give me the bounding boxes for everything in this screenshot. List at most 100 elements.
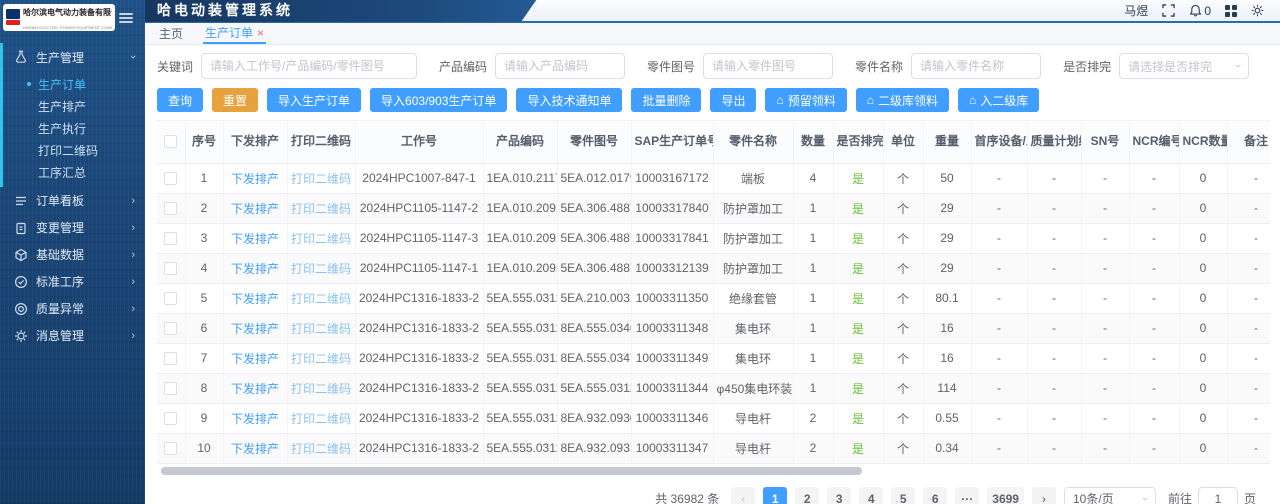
- print-qr-link[interactable]: 打印二维码: [287, 373, 356, 404]
- row-checkbox[interactable]: [164, 202, 178, 216]
- product-code-input[interactable]: [495, 53, 626, 79]
- table-row: 5 下发排产 打印二维码 2024HPC1316-1833-2 5EA.555.0312…: [157, 283, 1270, 314]
- import-production-order-button[interactable]: 导入生产订单: [267, 88, 362, 112]
- collapse-sidebar-icon[interactable]: [119, 12, 133, 23]
- print-qr-link[interactable]: 打印二维码: [287, 403, 356, 434]
- settings-gear-icon[interactable]: [1251, 4, 1264, 17]
- dispatch-link[interactable]: 下发排产: [223, 403, 288, 434]
- tab-home[interactable]: 主页: [157, 23, 185, 44]
- dispatch-link[interactable]: 下发排产: [223, 313, 288, 344]
- cell-remark: -: [1227, 163, 1270, 194]
- prev-page-button[interactable]: ‹: [731, 486, 756, 504]
- print-qr-link[interactable]: 打印二维码: [287, 193, 356, 224]
- cell-remark: -: [1227, 433, 1270, 464]
- print-qr-link[interactable]: 打印二维码: [287, 253, 356, 284]
- select-all-checkbox[interactable]: [164, 135, 178, 149]
- page-size-select[interactable]: 10条/页 ›: [1063, 486, 1156, 504]
- pager-page-3699[interactable]: 3699: [987, 486, 1024, 504]
- cell-part-name: 绝缘套管: [713, 283, 794, 314]
- cell-index: 8: [185, 373, 224, 404]
- print-qr-link[interactable]: 打印二维码: [287, 223, 356, 254]
- import-603-903-button[interactable]: 导入603/903生产订单: [370, 88, 508, 112]
- row-checkbox[interactable]: [164, 292, 178, 306]
- row-checkbox[interactable]: [164, 382, 178, 396]
- cell-qty: 1: [793, 193, 834, 224]
- import-tech-notice-button[interactable]: 导入技术通知单: [516, 88, 623, 112]
- pager-page-4[interactable]: 4: [859, 486, 884, 504]
- print-qr-link[interactable]: 打印二维码: [287, 313, 356, 344]
- print-qr-link[interactable]: 打印二维码: [287, 163, 356, 194]
- cell-part-drawing: 5EA.306.4887: [557, 193, 632, 224]
- dispatch-link[interactable]: 下发排产: [223, 343, 288, 374]
- apps-grid-icon[interactable]: [1225, 4, 1237, 17]
- dispatch-link[interactable]: 下发排产: [223, 283, 288, 314]
- batch-delete-button[interactable]: 批量删除: [631, 88, 702, 112]
- pager-page-1[interactable]: 1: [763, 486, 788, 504]
- export-button[interactable]: 导出: [710, 88, 757, 112]
- sidebar-item-change-management[interactable]: 变更管理 ›: [0, 214, 145, 241]
- sidebar-item-message-management[interactable]: 消息管理 ›: [0, 322, 145, 349]
- print-qr-link[interactable]: 打印二维码: [287, 433, 356, 464]
- row-checkbox[interactable]: [164, 262, 178, 276]
- row-checkbox[interactable]: [164, 412, 178, 426]
- notification-count: 0: [1204, 3, 1211, 18]
- part-drawing-input[interactable]: [703, 53, 834, 79]
- sidebar-item-order-board[interactable]: 订单看板 ›: [0, 187, 145, 214]
- row-checkbox[interactable]: [164, 442, 178, 456]
- chevron-down-icon: ›: [1232, 64, 1245, 68]
- sidebar-item-standard-process[interactable]: 标准工序 ›: [0, 268, 145, 295]
- print-qr-link[interactable]: 打印二维码: [287, 283, 356, 314]
- cell-first-device: -: [971, 253, 1028, 284]
- sidebar-item-production-execution[interactable]: 生产执行: [0, 117, 145, 139]
- reserve-picking-button[interactable]: ⌂ 预留领料: [765, 88, 847, 112]
- row-checkbox[interactable]: [164, 322, 178, 336]
- scheduled-done-select[interactable]: 请选择是否排完 ›: [1119, 53, 1250, 79]
- sidebar-item-print-qrcode[interactable]: 打印二维码: [0, 139, 145, 161]
- cell-quality-plan: -: [1027, 433, 1082, 464]
- notification-bell-icon[interactable]: 0: [1189, 4, 1211, 18]
- scrollbar-thumb[interactable]: [161, 466, 863, 475]
- cell-qty: 1: [793, 253, 834, 284]
- cell-first-device: -: [971, 403, 1028, 434]
- username[interactable]: 马煜: [1124, 2, 1148, 19]
- tab-production-orders[interactable]: 生产订单 ×: [203, 23, 267, 44]
- pager-page-2[interactable]: 2: [795, 486, 820, 504]
- dispatch-link[interactable]: 下发排产: [223, 163, 288, 194]
- dispatch-link[interactable]: 下发排产: [223, 193, 288, 224]
- cell-ncr-no: -: [1129, 253, 1180, 284]
- level2-inbound-button[interactable]: ⌂ 入二级库: [958, 88, 1040, 112]
- part-name-input[interactable]: [911, 53, 1042, 79]
- cell-job-no: 2024HPC1105-1147-1: [355, 253, 484, 284]
- sidebar-item-production-management[interactable]: 生产管理 ›: [0, 43, 145, 71]
- submenu-production: 生产订单 生产排产 生产执行 打印二维码 工序汇总: [0, 71, 145, 187]
- cell-scheduled-done: 是: [833, 283, 884, 314]
- dispatch-link[interactable]: 下发排产: [223, 223, 288, 254]
- close-tab-icon[interactable]: ×: [257, 27, 264, 39]
- pager-ellipsis[interactable]: ···: [955, 486, 980, 504]
- pager-page-5[interactable]: 5: [891, 486, 916, 504]
- pager-page-3[interactable]: 3: [827, 486, 852, 504]
- keyword-input[interactable]: [201, 53, 418, 79]
- sidebar-item-production-scheduling[interactable]: 生产排产: [0, 95, 145, 117]
- row-checkbox[interactable]: [164, 352, 178, 366]
- cell-part-drawing: 5EA.306.4887: [557, 223, 632, 254]
- row-checkbox[interactable]: [164, 232, 178, 246]
- sidebar-item-quality-exception[interactable]: 质量异常 ›: [0, 295, 145, 322]
- reset-button[interactable]: 重置: [212, 88, 259, 112]
- search-button[interactable]: 查询: [157, 88, 204, 112]
- dispatch-link[interactable]: 下发排产: [223, 433, 288, 464]
- next-page-button[interactable]: ›: [1031, 486, 1056, 504]
- sidebar-item-process-summary[interactable]: 工序汇总: [0, 161, 145, 183]
- cell-weight: 0.34: [923, 433, 972, 464]
- level2-picking-button[interactable]: ⌂ 二级库领料: [855, 88, 950, 112]
- sidebar-item-production-orders[interactable]: 生产订单: [0, 73, 145, 95]
- row-checkbox[interactable]: [164, 172, 178, 186]
- tab-bar: 主页 生产订单 ×: [145, 23, 1280, 45]
- sidebar-item-base-data[interactable]: 基础数据 ›: [0, 241, 145, 268]
- fullscreen-icon[interactable]: [1162, 4, 1176, 17]
- goto-page-input[interactable]: [1197, 486, 1238, 504]
- dispatch-link[interactable]: 下发排产: [223, 253, 288, 284]
- dispatch-link[interactable]: 下发排产: [223, 373, 288, 404]
- pager-page-6[interactable]: 6: [923, 486, 948, 504]
- print-qr-link[interactable]: 打印二维码: [287, 343, 356, 374]
